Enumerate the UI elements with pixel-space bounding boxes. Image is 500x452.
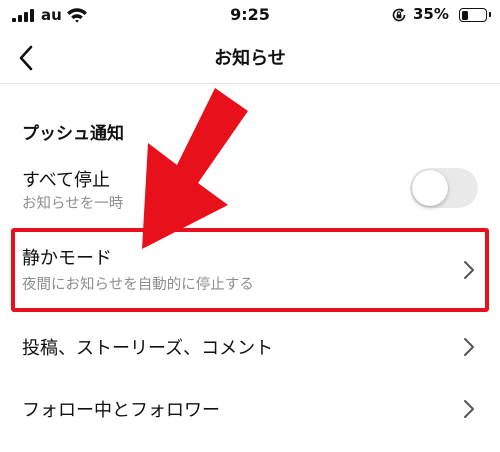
row-posts-stories-comments[interactable]: 投稿、ストーリーズ、コメント bbox=[0, 320, 500, 374]
toggle-knob bbox=[412, 170, 448, 206]
row-stop-all-subtitle: お知らせを一時 bbox=[22, 196, 124, 212]
row-stop-all-title: すべて停止 bbox=[22, 170, 111, 191]
section-header-push: プッシュ通知 bbox=[22, 124, 124, 144]
status-bar: au 9:25 35% bbox=[0, 0, 500, 32]
battery-percent: 35% bbox=[413, 5, 449, 23]
chevron-right-icon bbox=[464, 261, 474, 279]
row-posts-title: 投稿、ストーリーズ、コメント bbox=[22, 338, 274, 359]
row-following-title: フォロー中とフォロワー bbox=[22, 400, 220, 421]
row-quiet-mode[interactable]: 静かモード 夜間にお知らせを自動的に停止する bbox=[0, 228, 500, 312]
row-following-followers[interactable]: フォロー中とフォロワー bbox=[0, 382, 500, 436]
row-quiet-mode-title: 静かモード bbox=[22, 248, 112, 269]
chevron-right-icon bbox=[464, 338, 474, 356]
battery-nub bbox=[488, 12, 491, 17]
nav-bar: お知らせ bbox=[0, 32, 500, 84]
orientation-lock-icon bbox=[392, 8, 406, 22]
page-title: お知らせ bbox=[214, 48, 286, 69]
stop-all-toggle[interactable] bbox=[410, 168, 478, 208]
row-quiet-mode-subtitle: 夜間にお知らせを自動的に停止する bbox=[22, 277, 254, 293]
battery-level-fill bbox=[461, 10, 468, 20]
chevron-right-icon bbox=[464, 400, 474, 418]
battery-icon bbox=[459, 8, 491, 22]
